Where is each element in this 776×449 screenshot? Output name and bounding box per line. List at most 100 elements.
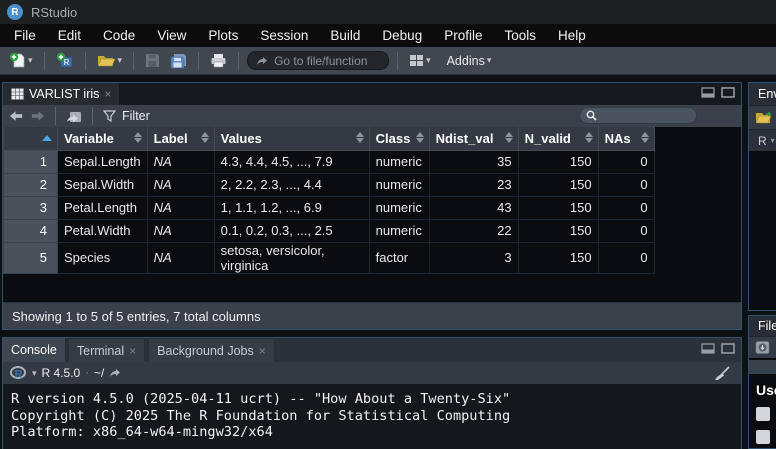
print-button[interactable] [207,51,230,70]
new-project-button[interactable]: R [53,50,77,71]
column-header-label: Variable [64,131,114,146]
clear-console-broom-icon[interactable] [713,366,731,381]
table-cell[interactable]: 150 [518,219,598,242]
table-search-input[interactable] [579,107,697,124]
show-in-new-window-icon[interactable] [66,110,82,123]
table-cell[interactable]: 2, 2.2, 2.3, ..., 4.4 [214,173,369,196]
forward-icon[interactable] [30,110,45,122]
table-cell[interactable]: Petal.Width [58,219,148,242]
menu-item-view[interactable]: View [146,25,197,46]
column-header-nas[interactable]: NAs [598,127,654,150]
load-workspace-folder-icon[interactable] [755,110,774,125]
data-viewer-pane: VARLIST iris × [2,82,742,330]
environment-language-dropdown[interactable]: R ▾ [749,129,776,151]
row-number-cell[interactable]: 5 [4,242,58,273]
column-header-values[interactable]: Values [214,127,369,150]
table-cell[interactable]: 150 [518,242,598,273]
save-all-button[interactable] [167,51,190,71]
table-cell[interactable]: NA [147,150,214,173]
tab-files[interactable]: Files [758,319,776,333]
table-cell[interactable]: factor [369,242,429,273]
menu-item-plots[interactable]: Plots [197,25,249,46]
table-cell[interactable]: numeric [369,219,429,242]
file-row-checkbox[interactable] [756,407,770,421]
table-cell[interactable]: numeric [369,150,429,173]
table-cell[interactable]: 0.1, 0.2, 0.3, ..., 2.5 [214,219,369,242]
file-row-checkbox[interactable] [756,430,770,444]
menu-item-profile[interactable]: Profile [433,25,493,46]
table-cell[interactable]: 35 [429,150,518,173]
tab-varlist-iris[interactable]: VARLIST iris × [3,83,119,105]
row-number-cell[interactable]: 3 [4,196,58,219]
menu-item-edit[interactable]: Edit [47,25,92,46]
row-number-cell[interactable]: 2 [4,173,58,196]
table-cell[interactable]: Petal.Length [58,196,148,219]
close-icon[interactable]: × [259,344,266,358]
table-cell[interactable]: 0 [598,173,654,196]
save-button[interactable] [142,51,163,70]
column-header-class[interactable]: Class [369,127,429,150]
tab-background-jobs[interactable]: Background Jobs × [148,338,275,362]
table-cell[interactable]: 43 [429,196,518,219]
row-number-cell[interactable]: 1 [4,150,58,173]
tab-terminal[interactable]: Terminal× [68,338,145,362]
table-cell[interactable]: 0 [598,196,654,219]
tab-console[interactable]: Console [3,338,65,362]
table-cell[interactable]: Sepal.Length [58,150,148,173]
new-file-button[interactable]: ▾ [6,50,36,71]
maximize-icon[interactable] [721,87,735,98]
column-header-n_valid[interactable]: N_valid [518,127,598,150]
menu-item-file[interactable]: File [3,25,47,46]
menu-item-code[interactable]: Code [92,25,146,46]
row-number-column-header[interactable] [4,127,58,150]
table-cell[interactable]: 23 [429,173,518,196]
table-cell[interactable]: 150 [518,173,598,196]
addins-button[interactable]: Addins ▾ [444,52,495,70]
row-number-cell[interactable]: 4 [4,219,58,242]
r-logo-icon[interactable]: R [10,366,27,380]
table-cell[interactable]: 22 [429,219,518,242]
panes-layout-button[interactable]: ▾ [406,52,434,69]
goto-file-input[interactable]: Go to file/function [247,51,389,70]
menu-item-help[interactable]: Help [547,25,597,46]
console-tabstrip: ConsoleTerminal× Background Jobs × [3,338,741,362]
menu-item-debug[interactable]: Debug [371,25,433,46]
column-header-label[interactable]: Label [147,127,214,150]
table-cell[interactable]: 0 [598,242,654,273]
table-cell[interactable]: 4.3, 4.4, 4.5, ..., 7.9 [214,150,369,173]
back-icon[interactable] [9,110,24,122]
new-blank-file-icon[interactable] [755,340,771,355]
table-cell[interactable]: 150 [518,196,598,219]
table-cell[interactable]: 1, 1.1, 1.2, ..., 6.9 [214,196,369,219]
maximize-icon[interactable] [721,343,735,354]
console-output[interactable]: R version 4.5.0 (2025-04-11 ucrt) -- "Ho… [3,384,741,449]
filter-button[interactable]: Filter [122,109,150,123]
table-cell[interactable]: setosa, versicolor, virginica [214,242,369,273]
r-version-caret-icon[interactable]: ▾ [32,368,37,379]
menu-item-build[interactable]: Build [319,25,371,46]
menu-item-session[interactable]: Session [249,25,319,46]
table-cell[interactable]: 3 [429,242,518,273]
table-cell[interactable]: NA [147,173,214,196]
table-cell[interactable]: NA [147,242,214,273]
table-cell[interactable]: NA [147,219,214,242]
table-cell[interactable]: numeric [369,196,429,219]
table-cell[interactable]: Species [58,242,148,273]
close-icon[interactable]: × [129,344,136,358]
table-cell[interactable]: 0 [598,150,654,173]
menu-item-tools[interactable]: Tools [493,25,547,46]
column-header-variable[interactable]: Variable [58,127,148,150]
close-icon[interactable]: × [104,87,111,101]
open-file-button[interactable]: ▾ [94,51,126,70]
tab-environment[interactable]: Envi [758,87,776,101]
minimize-icon[interactable] [701,343,715,354]
column-header-ndist_val[interactable]: Ndist_val [429,127,518,150]
table-cell[interactable]: numeric [369,173,429,196]
goto-directory-arrow-icon[interactable] [109,368,121,378]
table-cell[interactable]: NA [147,196,214,219]
table-cell[interactable]: 150 [518,150,598,173]
table-cell[interactable]: 0 [598,219,654,242]
tab-label: Background Jobs [157,344,254,358]
minimize-icon[interactable] [701,87,715,98]
table-cell[interactable]: Sepal.Width [58,173,148,196]
